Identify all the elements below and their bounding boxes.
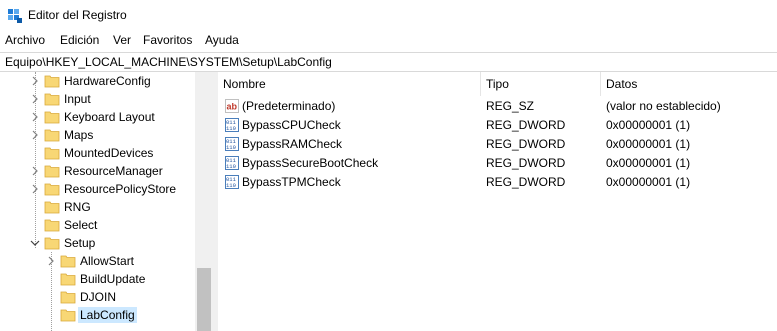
menu-bar: Archivo Edición Ver Favoritos Ayuda: [0, 31, 777, 51]
folder-icon: [44, 165, 60, 178]
tree-item-label[interactable]: BuildUpdate: [78, 271, 147, 287]
folder-icon: [44, 219, 60, 232]
dword-value-icon: 011 110: [225, 156, 239, 170]
svg-text:110: 110: [226, 144, 236, 151]
tree-scrollbar[interactable]: [195, 72, 213, 331]
value-name: BypassCPUCheck: [242, 118, 341, 132]
value-type: REG_DWORD: [486, 137, 566, 151]
folder-icon: [44, 111, 60, 124]
chevron-right-icon[interactable]: [30, 76, 40, 86]
folder-icon: [44, 75, 60, 88]
value-row[interactable]: ab (Predeterminado) REG_SZ (valor no est…: [218, 97, 777, 116]
tree-item-hardwareconfig[interactable]: HardwareConfig: [0, 72, 195, 90]
tree-scrollbar-thumb[interactable]: [197, 268, 211, 331]
menu-archivo[interactable]: Archivo: [5, 33, 45, 47]
menu-ayuda[interactable]: Ayuda: [205, 33, 239, 47]
chevron-right-icon[interactable]: [46, 256, 56, 266]
value-type: REG_SZ: [486, 99, 535, 113]
values-list[interactable]: Nombre Tipo Datos ab (Predeterminado) RE…: [218, 72, 777, 331]
window-title: Editor del Registro: [28, 8, 127, 22]
folder-open-icon: [44, 237, 60, 250]
key-tree[interactable]: HardwareConfig Input Keyboard Layout Map…: [0, 72, 213, 331]
value-name: (Predeterminado): [242, 99, 336, 113]
tree-item-label[interactable]: AllowStart: [78, 253, 136, 269]
tree-item-select[interactable]: Select: [0, 216, 195, 234]
value-type: REG_DWORD: [486, 156, 566, 170]
tree-item-label[interactable]: Maps: [62, 127, 95, 143]
value-data: 0x00000001 (1): [606, 175, 691, 189]
svg-text:110: 110: [226, 182, 236, 189]
tree-item-mounteddevices[interactable]: MountedDevices: [0, 144, 195, 162]
chevron-right-icon[interactable]: [30, 112, 40, 122]
value-row[interactable]: 011 110 BypassTPMCheck REG_DWORD 0x00000…: [218, 173, 777, 192]
svg-text:ab: ab: [227, 102, 238, 112]
dword-value-icon: 011 110: [225, 118, 239, 132]
column-header-tipo[interactable]: Tipo: [481, 72, 601, 96]
tree-item-label[interactable]: Select: [62, 217, 99, 233]
tree-item-label[interactable]: LabConfig: [78, 307, 137, 323]
value-name: BypassTPMCheck: [242, 175, 341, 189]
tree-item-rng[interactable]: RNG: [0, 198, 195, 216]
column-header-nombre[interactable]: Nombre: [218, 72, 481, 96]
folder-icon: [60, 273, 76, 286]
tree-item-input[interactable]: Input: [0, 90, 195, 108]
folder-icon: [44, 129, 60, 142]
title-bar: Editor del Registro: [0, 0, 777, 31]
value-data: (valor no establecido): [606, 99, 721, 113]
svg-text:110: 110: [226, 163, 236, 170]
folder-icon: [44, 147, 60, 160]
tree-item-buildupdate[interactable]: BuildUpdate: [0, 270, 195, 288]
string-value-icon: ab: [225, 99, 239, 113]
folder-icon: [60, 255, 76, 268]
chevron-right-icon[interactable]: [30, 166, 40, 176]
value-name: BypassRAMCheck: [242, 137, 343, 151]
tree-item-allowstart[interactable]: AllowStart: [0, 252, 195, 270]
folder-icon: [44, 93, 60, 106]
value-row[interactable]: 011 110 BypassRAMCheck REG_DWORD 0x00000…: [218, 135, 777, 154]
tree-item-setup[interactable]: Setup: [0, 234, 195, 252]
menu-ver[interactable]: Ver: [113, 33, 131, 47]
menu-favoritos[interactable]: Favoritos: [143, 33, 192, 47]
chevron-right-icon[interactable]: [30, 184, 40, 194]
tree-item-resourcemanager[interactable]: ResourceManager: [0, 162, 195, 180]
chevron-down-icon[interactable]: [30, 238, 40, 248]
value-type: REG_DWORD: [486, 175, 566, 189]
tree-item-label[interactable]: HardwareConfig: [62, 73, 153, 89]
folder-icon: [60, 291, 76, 304]
chevron-right-icon[interactable]: [30, 94, 40, 104]
tree-item-label[interactable]: MountedDevices: [62, 145, 155, 161]
tree-item-label[interactable]: RNG: [62, 199, 93, 215]
dword-value-icon: 011 110: [225, 175, 239, 189]
svg-text:110: 110: [226, 125, 236, 132]
tree-item-label[interactable]: DJOIN: [78, 289, 118, 305]
folder-icon: [60, 309, 76, 322]
tree-item-resourcepolicystore[interactable]: ResourcePolicyStore: [0, 180, 195, 198]
value-row[interactable]: 011 110 BypassCPUCheck REG_DWORD 0x00000…: [218, 116, 777, 135]
value-name: BypassSecureBootCheck: [242, 156, 379, 170]
tree-item-label[interactable]: Setup: [62, 235, 97, 251]
tree-item-label[interactable]: ResourceManager: [62, 163, 165, 179]
value-data: 0x00000001 (1): [606, 137, 691, 151]
value-data: 0x00000001 (1): [606, 118, 691, 132]
address-path[interactable]: Equipo\HKEY_LOCAL_MACHINE\SYSTEM\Setup\L…: [5, 55, 332, 69]
tree-item-maps[interactable]: Maps: [0, 126, 195, 144]
value-type: REG_DWORD: [486, 118, 566, 132]
tree-item-label[interactable]: Input: [62, 91, 93, 107]
folder-icon: [44, 183, 60, 196]
column-header-datos[interactable]: Datos: [601, 72, 777, 96]
tree-item-label[interactable]: Keyboard Layout: [62, 109, 157, 125]
folder-icon: [44, 201, 60, 214]
tree-item-labconfig[interactable]: LabConfig: [0, 306, 195, 324]
value-data: 0x00000001 (1): [606, 156, 691, 170]
value-row[interactable]: 011 110 BypassSecureBootCheck REG_DWORD …: [218, 154, 777, 173]
menu-edicion[interactable]: Edición: [60, 33, 99, 47]
dword-value-icon: 011 110: [225, 137, 239, 151]
tree-item-djoin[interactable]: DJOIN: [0, 288, 195, 306]
tree-item-keyboard-layout[interactable]: Keyboard Layout: [0, 108, 195, 126]
chevron-right-icon[interactable]: [30, 130, 40, 140]
address-bar[interactable]: Equipo\HKEY_LOCAL_MACHINE\SYSTEM\Setup\L…: [0, 52, 777, 72]
registry-editor-icon: [8, 9, 22, 23]
tree-item-label[interactable]: ResourcePolicyStore: [62, 181, 178, 197]
